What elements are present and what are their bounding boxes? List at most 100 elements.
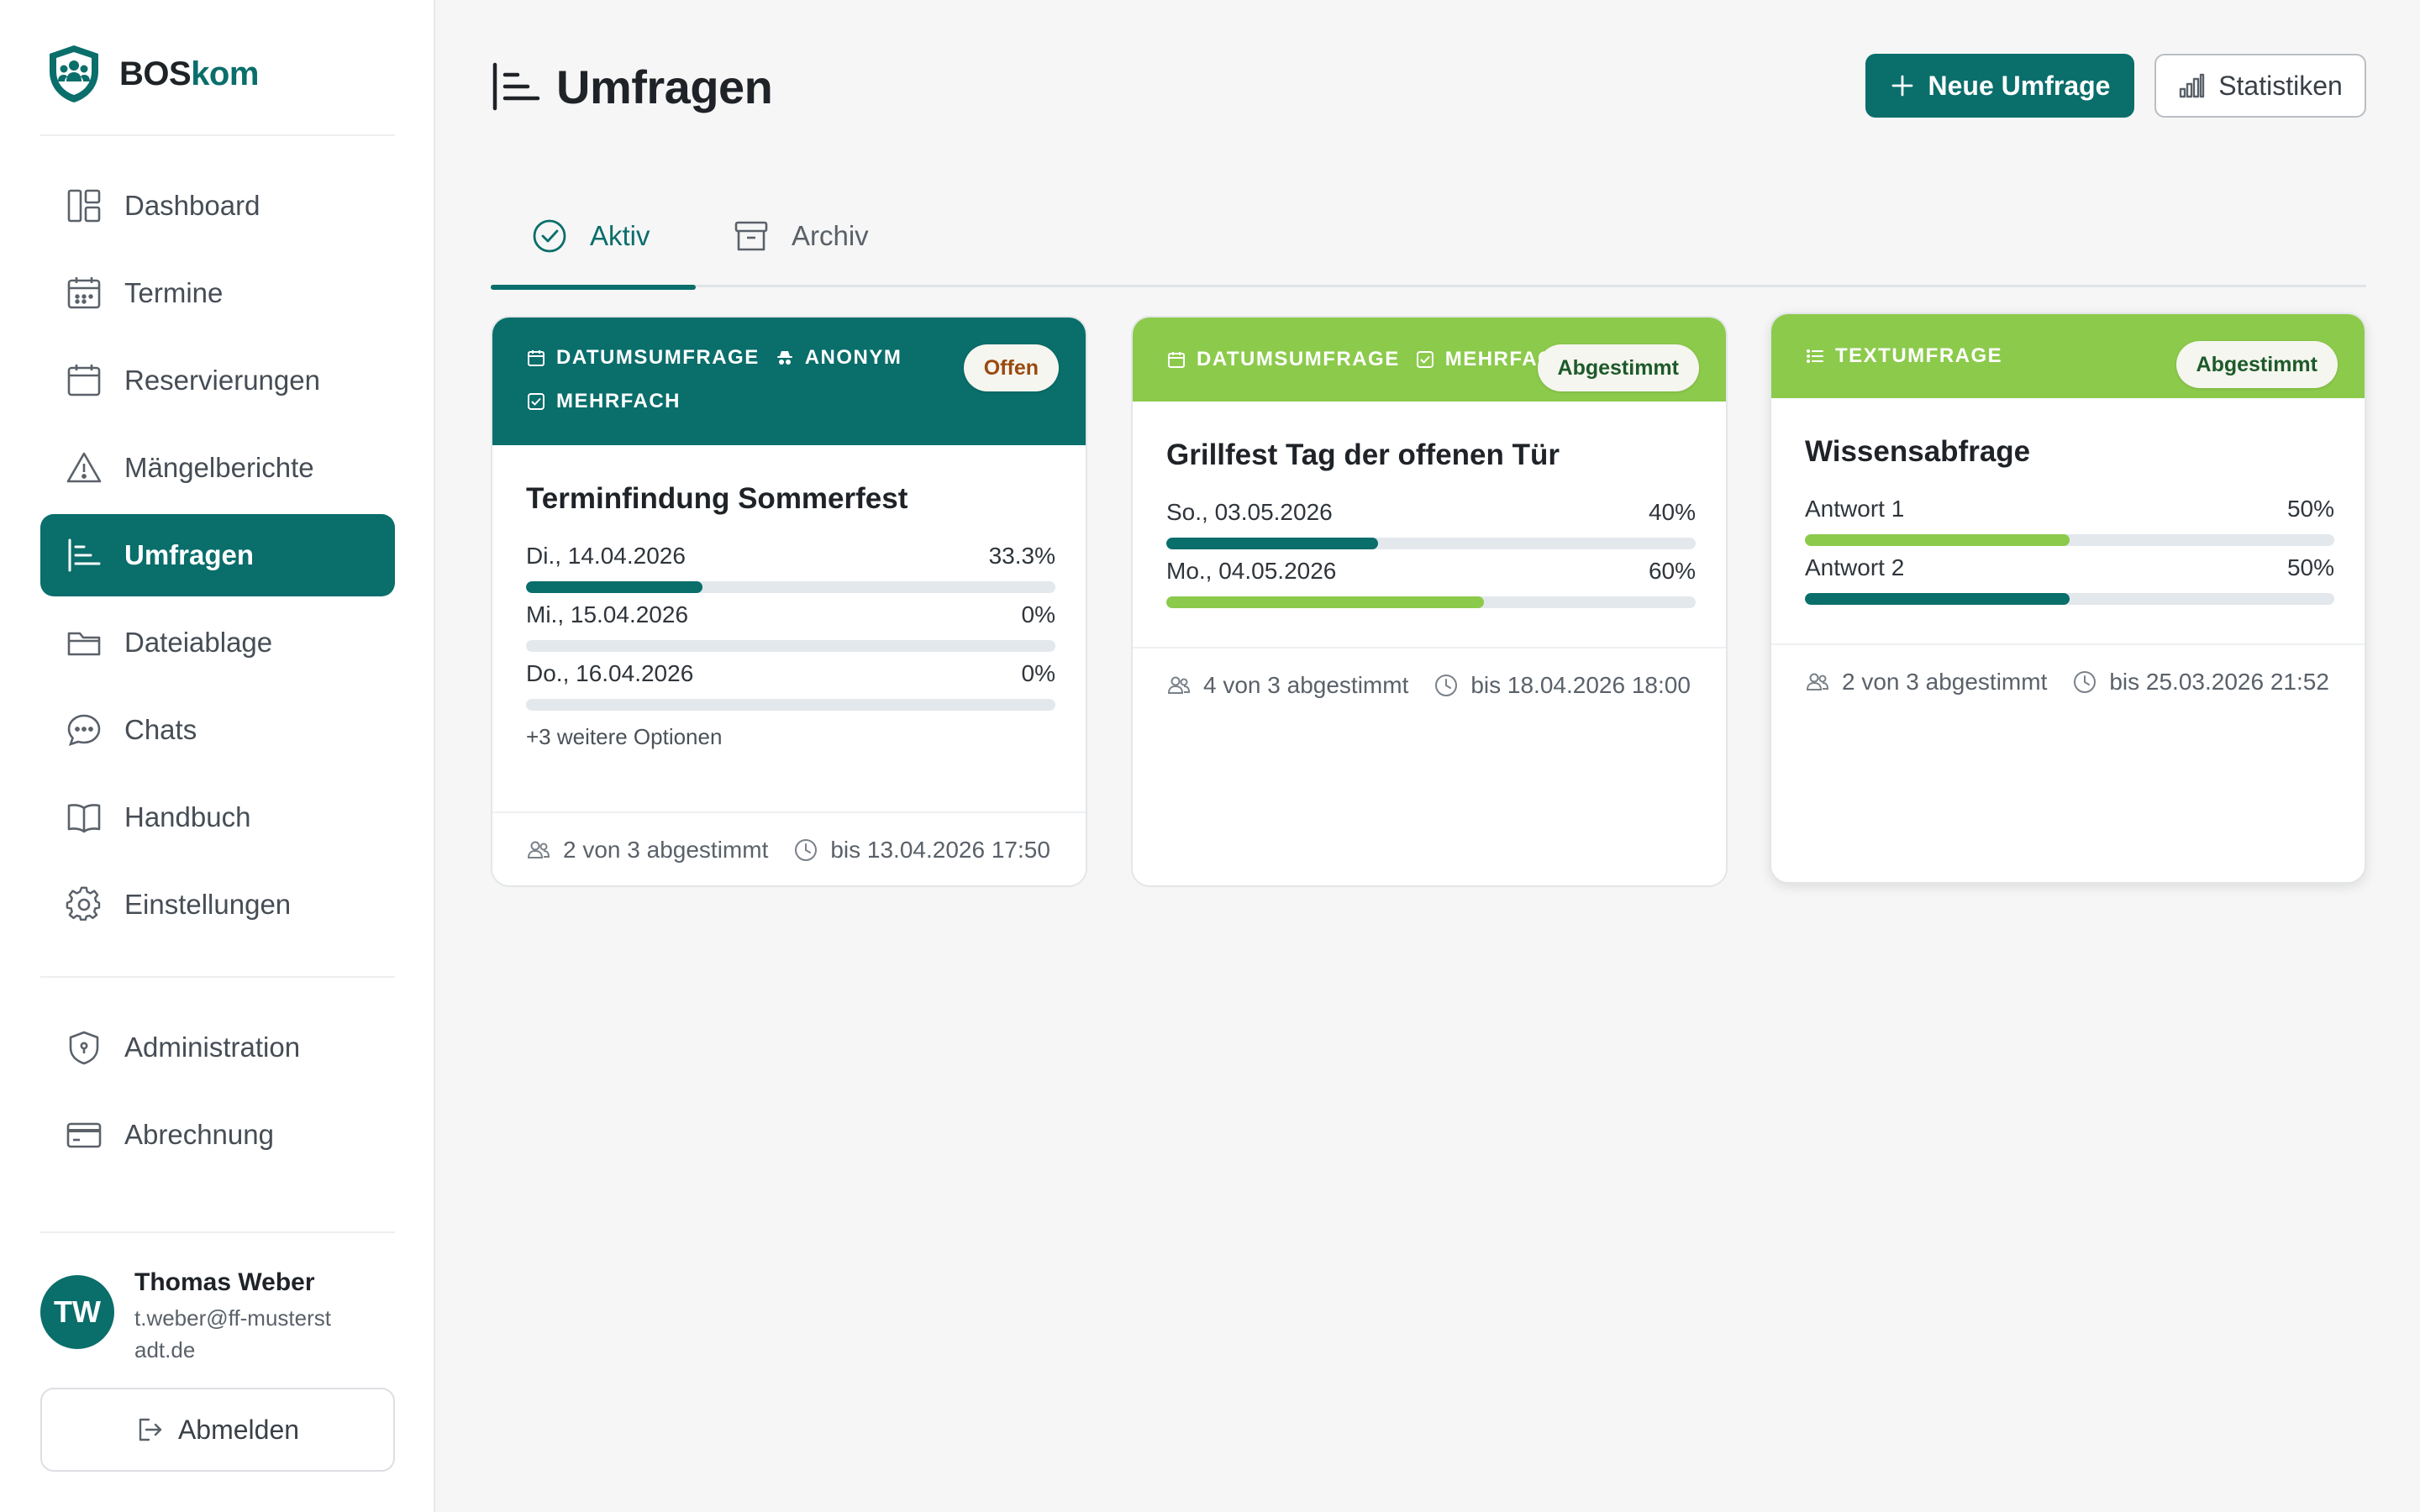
- poll-card[interactable]: TEXTUMFRAGE Abgestimmt Wissensabfrage An…: [1770, 312, 2366, 884]
- sidebar-item-label: Umfragen: [124, 539, 255, 570]
- poll-list-icon: [66, 537, 103, 574]
- option-bar-fill: [1166, 538, 1378, 549]
- tag-multiple: MEHRFAC: [1415, 348, 1554, 371]
- tab-aktiv[interactable]: Aktiv: [491, 185, 696, 290]
- option-percent: 50%: [2286, 554, 2334, 580]
- option-item: Antwort 2 50%: [1805, 554, 2334, 605]
- calendar-icon: [66, 275, 103, 312]
- shield-lock-icon: [66, 1029, 103, 1066]
- option-label: Mi., 15.04.2026: [526, 601, 689, 627]
- users-icon: [1166, 673, 1192, 698]
- calendar-blank-icon: [66, 362, 103, 399]
- users-icon: [1805, 669, 1830, 695]
- sidebar-item-umfragen[interactable]: Umfragen: [40, 514, 395, 596]
- card-header: DATUMSUMFRAGE ANONYM MEHRFACH Offen: [492, 318, 1086, 445]
- sidebar-item-label: Reservierungen: [124, 365, 320, 396]
- option-label: Di., 14.04.2026: [526, 543, 686, 569]
- option-item: Antwort 1 50%: [1805, 496, 2334, 546]
- card-header: DATUMSUMFRAGE MEHRFAC Abgestimmt: [1133, 318, 1726, 402]
- sidebar-item-handbuch[interactable]: Handbuch: [40, 776, 395, 858]
- admin-nav: Administration Abrechnung: [40, 1006, 395, 1181]
- tag-date-poll: DATUMSUMFRAGE: [1166, 348, 1400, 371]
- option-percent: 60%: [1648, 558, 1696, 584]
- option-label: Antwort 1: [1805, 496, 1905, 522]
- brand-logo[interactable]: BOSkom: [45, 42, 259, 106]
- card-footer: 2 von 3 abgestimmt bis 25.03.2026 21:52: [1771, 643, 2365, 719]
- option-item: Mi., 15.04.2026 0%: [526, 601, 1055, 652]
- option-label: Mo., 04.05.2026: [1166, 558, 1337, 584]
- sidebar-item-dashboard[interactable]: Dashboard: [40, 165, 395, 247]
- card-footer: 2 von 3 abgestimmt bis 13.04.2026 17:50: [492, 811, 1086, 885]
- card-title: Grillfest Tag der offenen Tür: [1166, 438, 1560, 471]
- sidebar-item-reservierungen[interactable]: Reservierungen: [40, 339, 395, 422]
- sidebar-item-einstellungen[interactable]: Einstellungen: [40, 864, 395, 946]
- option-bar-fill: [1805, 534, 2070, 546]
- card-header: TEXTUMFRAGE Abgestimmt: [1771, 314, 2365, 398]
- logout-icon: [136, 1415, 165, 1444]
- option-percent: 40%: [1648, 499, 1696, 525]
- clock-icon: [793, 837, 818, 863]
- logout-button[interactable]: Abmelden: [40, 1388, 395, 1472]
- sidebar-divider: [40, 976, 395, 978]
- deadline: bis 18.04.2026 18:00: [1434, 672, 1691, 699]
- poll-card[interactable]: DATUMSUMFRAGE ANONYM MEHRFACH Offen Term…: [491, 316, 1087, 887]
- option-percent: 33.3%: [988, 543, 1055, 569]
- option-bar: [1166, 538, 1696, 549]
- list-icon: [1805, 346, 1825, 366]
- avatar: TW: [40, 1275, 114, 1349]
- book-open-icon: [66, 799, 103, 836]
- sidebar-item-dateiablage[interactable]: Dateiablage: [40, 601, 395, 684]
- sidebar-item-chats[interactable]: Chats: [40, 689, 395, 771]
- tag-row: DATUMSUMFRAGE ANONYM: [526, 346, 902, 370]
- sidebar-item-maengelberichte[interactable]: Mängelberichte: [40, 427, 395, 509]
- sidebar-item-label: Handbuch: [124, 801, 251, 832]
- card-title: Wissensabfrage: [1805, 435, 2031, 468]
- sidebar-item-label: Mängelberichte: [124, 452, 314, 483]
- users-icon: [526, 837, 551, 863]
- brand-name: BOSkom: [119, 55, 259, 92]
- card-footer: 4 von 3 abgestimmt bis 18.04.2026 18:00: [1133, 647, 1726, 722]
- tab-archiv[interactable]: Archiv: [733, 185, 926, 287]
- option-label: Antwort 2: [1805, 554, 1905, 580]
- page-header: Umfragen: [491, 55, 773, 118]
- tag-text-poll: TEXTUMFRAGE: [1805, 344, 2002, 368]
- sidebar-item-abrechnung[interactable]: Abrechnung: [40, 1094, 395, 1176]
- option-bar: [1805, 534, 2334, 546]
- option-item: So., 03.05.2026 40%: [1166, 499, 1696, 549]
- more-options-link[interactable]: +3 weitere Optionen: [526, 724, 722, 750]
- new-poll-label: Neue Umfrage: [1928, 70, 2111, 101]
- user-name: Thomas Weber: [134, 1268, 315, 1296]
- sidebar-item-label: Einstellungen: [124, 889, 292, 920]
- poll-card[interactable]: DATUMSUMFRAGE MEHRFAC Abgestimmt Grillfe…: [1131, 316, 1728, 887]
- tab-label: Aktiv: [590, 220, 650, 251]
- poll-list-icon: [491, 61, 541, 112]
- option-percent: 0%: [1021, 601, 1055, 627]
- new-poll-button[interactable]: Neue Umfrage: [1865, 54, 2134, 118]
- option-bar-fill: [1805, 593, 2070, 605]
- option-bar-fill: [526, 581, 702, 593]
- option-bar: [526, 699, 1055, 711]
- sidebar-divider: [40, 134, 395, 136]
- sidebar-item-label: Termine: [124, 277, 224, 308]
- statistics-button[interactable]: Statistiken: [2154, 54, 2366, 118]
- vote-count: 4 von 3 abgestimmt: [1166, 672, 1408, 699]
- option-bar: [526, 640, 1055, 652]
- checkbox-icon: [1415, 349, 1435, 370]
- tag-multiple: MEHRFACH: [526, 390, 681, 413]
- logout-label: Abmelden: [177, 1414, 300, 1445]
- sidebar-item-label: Administration: [124, 1032, 301, 1063]
- sidebar-item-termine[interactable]: Termine: [40, 252, 395, 334]
- sidebar-item-administration[interactable]: Administration: [40, 1006, 395, 1089]
- credit-card-icon: [66, 1116, 103, 1153]
- sidebar-item-label: Dateiablage: [124, 627, 273, 658]
- option-item: Do., 16.04.2026 0%: [526, 660, 1055, 711]
- user-profile[interactable]: TW Thomas Weber t.weber@ff-musterstadt.d…: [40, 1265, 395, 1366]
- folder-icon: [66, 624, 103, 661]
- status-badge: Abgestimmt: [1537, 344, 1699, 391]
- main-nav: Dashboard Termine Reservierungen Mängelb…: [40, 165, 395, 951]
- sidebar: BOSkom Dashboard Termine Reservierungen: [0, 0, 435, 1512]
- statistics-label: Statistiken: [2218, 70, 2343, 101]
- incognito-icon: [775, 348, 795, 368]
- tag-anonymous: ANONYM: [775, 346, 902, 370]
- plus-icon: [1890, 73, 1915, 98]
